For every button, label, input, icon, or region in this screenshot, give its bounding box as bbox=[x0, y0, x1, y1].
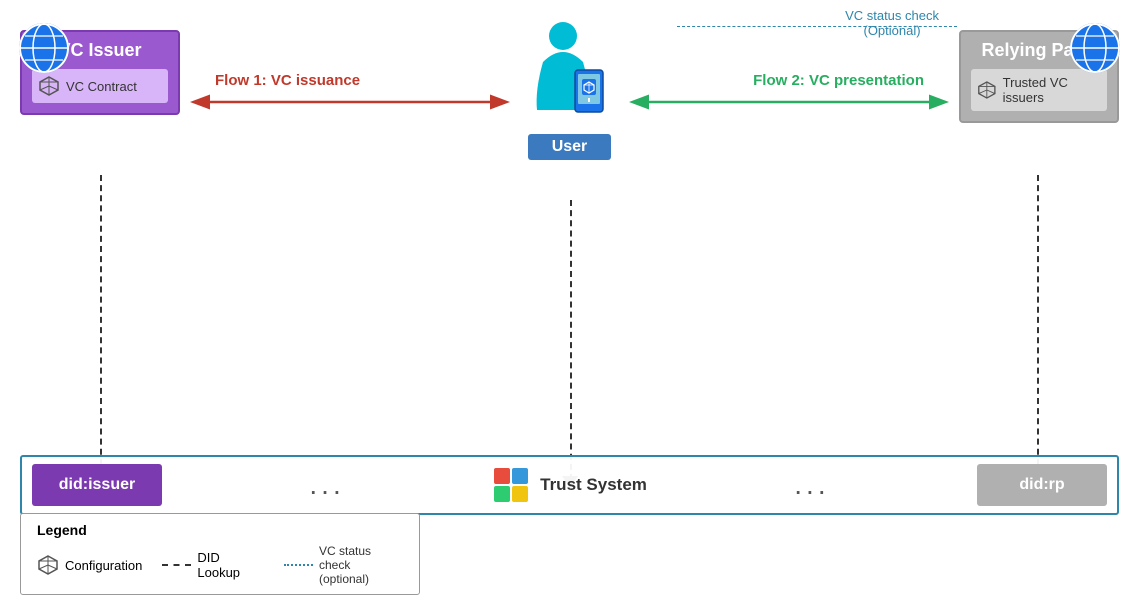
did-rp-label: did:rp bbox=[977, 464, 1107, 506]
dashed-line-rp bbox=[1037, 175, 1039, 475]
trusted-vc-area: Trusted VC issuers bbox=[971, 69, 1107, 111]
user-figure: User bbox=[525, 20, 615, 160]
legend-vc-status-label: VC status check(optional) bbox=[319, 544, 403, 586]
trusted-vc-label: Trusted VC issuers bbox=[1003, 75, 1101, 105]
legend-item-vc-status: VC status check(optional) bbox=[284, 544, 403, 586]
dots-left: ... bbox=[162, 469, 492, 501]
cube-icon-issuer bbox=[38, 75, 60, 97]
flow2-label: Flow 2: VC presentation bbox=[753, 72, 924, 89]
legend-did-label: DID Lookup bbox=[197, 550, 264, 580]
legend-item-did: DID Lookup bbox=[162, 550, 264, 580]
legend-config-label: Configuration bbox=[65, 558, 142, 573]
legend-items: Configuration DID Lookup VC status check… bbox=[37, 544, 403, 586]
dots-right: ... bbox=[647, 469, 977, 501]
dashed-line-issuer bbox=[100, 175, 102, 475]
did-issuer-label: did:issuer bbox=[32, 464, 162, 506]
rp-globe-icon bbox=[1069, 22, 1121, 74]
legend-title: Legend bbox=[37, 522, 403, 538]
user-label: User bbox=[528, 134, 612, 160]
trust-system-center: Trust System bbox=[492, 466, 647, 504]
dashed-line-user bbox=[570, 200, 572, 480]
legend-dotted-line bbox=[284, 564, 313, 566]
cube-icon-rp bbox=[977, 79, 997, 101]
diagram-container: VC status check(Optional) VC Issuer bbox=[0, 0, 1139, 605]
flow1-label: Flow 1: VC issuance bbox=[215, 72, 360, 89]
trust-system-icon bbox=[492, 466, 530, 504]
vc-contract-area: VC Contract bbox=[32, 69, 168, 103]
trust-system-label: Trust System bbox=[540, 475, 647, 495]
legend-dashed-line bbox=[162, 564, 191, 566]
legend-cube-icon bbox=[37, 554, 59, 576]
trust-system-row: did:issuer ... Trust System ... did:rp bbox=[20, 455, 1119, 515]
user-icon bbox=[525, 20, 615, 130]
vc-contract-label: VC Contract bbox=[66, 79, 137, 94]
legend-box: Legend Configuration DID Lookup VC statu… bbox=[20, 513, 420, 595]
vc-status-label: VC status check(Optional) bbox=[845, 8, 939, 38]
issuer-globe-icon bbox=[18, 22, 70, 74]
legend-item-config: Configuration bbox=[37, 554, 142, 576]
